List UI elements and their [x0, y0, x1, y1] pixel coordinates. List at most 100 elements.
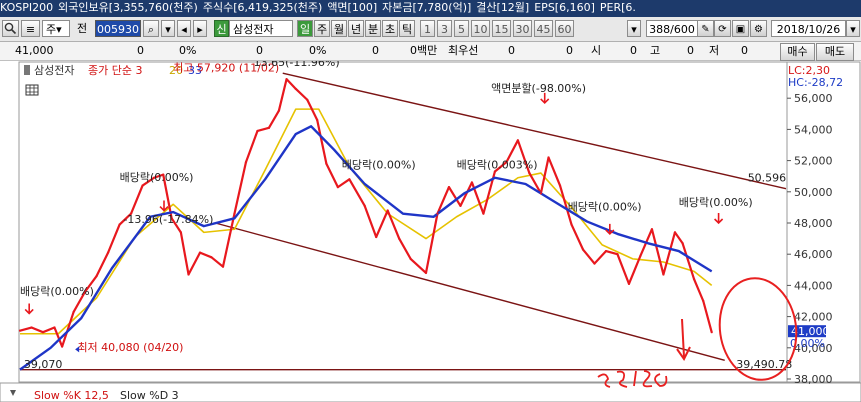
save-icon[interactable]: ▣ [732, 20, 749, 37]
y-tick-label: 44,000 [794, 279, 833, 292]
interval-button-3[interactable]: 10 [471, 20, 490, 37]
hc-label: HC:-28,72 [788, 76, 843, 89]
price-point [482, 212, 485, 215]
count-total: /600 [670, 23, 695, 36]
refresh-icon[interactable]: ⟳ [714, 20, 731, 37]
dropdown-icon-interval[interactable]: ▾ [627, 20, 641, 37]
period-tab-5[interactable]: 초 [382, 20, 398, 37]
y-tick-label: 38,000 [794, 373, 833, 386]
high-label: 고 [650, 44, 661, 57]
price-point [53, 326, 56, 329]
price-point [627, 282, 631, 285]
chart-annotation: 배당락(0.00%) [342, 158, 416, 171]
price-point [306, 98, 309, 101]
low-value: 0 [741, 44, 748, 57]
list-icon[interactable]: ≡ [21, 20, 40, 37]
calendar-icon[interactable]: ▾ [846, 20, 860, 37]
buy-button[interactable]: 매수 [780, 43, 815, 61]
chart-annotation: -13.96(-17.84%) [123, 213, 213, 226]
value-2: 0 [372, 44, 379, 57]
prev-icon[interactable]: ◂ [177, 20, 191, 37]
volume-pct: 0% [309, 44, 327, 57]
price-point [30, 326, 33, 329]
count-value: 388 [649, 23, 671, 36]
high-value: 0 [687, 44, 694, 57]
period-tab-6[interactable]: 틱 [399, 20, 415, 37]
chart-annotation: 배당락(0.00%) [20, 285, 94, 298]
count-field[interactable]: 388/600 [646, 20, 698, 37]
chart-annotation: 배당락(0.00%) [679, 196, 753, 209]
period-tab-4[interactable]: 분 [365, 20, 381, 37]
y-tick-label: 56,000 [794, 92, 833, 105]
price-point [336, 186, 339, 189]
grid-icon-frame [25, 84, 39, 96]
interval-button-0[interactable]: 1 [420, 20, 435, 37]
interval-button-2[interactable]: 5 [454, 20, 469, 37]
price-point [547, 156, 550, 159]
volume-value: 0 [256, 44, 263, 57]
y-tick-label: 46,000 [794, 248, 833, 261]
title-segment: 외국인보유[3,355,760(천주) [58, 1, 198, 14]
price-chart[interactable]: 56,000 54,000 52,000 50,000 48,000 46,000 44,0… [0, 61, 861, 402]
best-ask-label: 최우선 [448, 44, 479, 57]
search-icon-2[interactable]: ⌕ [143, 20, 159, 37]
price-point [375, 235, 378, 239]
date-field[interactable]: 2018/10/26 [771, 20, 846, 37]
period-tab-3[interactable]: 년 [348, 20, 364, 37]
period-tab-1[interactable]: 주 [314, 20, 330, 37]
title-segment: 자본금[7,780(억)] [382, 1, 472, 14]
best-ask-value: 0 [508, 44, 515, 57]
tool-icon[interactable]: ✎ [697, 20, 714, 37]
title-segment: KOSPI200 [0, 1, 54, 14]
shin-badge: 신 [214, 20, 229, 37]
interval-button-5[interactable]: 30 [513, 20, 532, 37]
price-point [106, 251, 110, 254]
sell-button[interactable]: 매도 [816, 43, 854, 61]
price-point [398, 237, 401, 240]
price-point [72, 310, 75, 314]
price-point [710, 331, 713, 334]
price-point [325, 162, 328, 165]
price-value: 41,000 [15, 44, 54, 57]
stock-code-input[interactable]: 005930 [95, 20, 141, 37]
market-select[interactable]: 주▾ [42, 20, 70, 37]
price-point [447, 186, 451, 189]
grid-icon [25, 84, 39, 96]
y-tick-label: 50,000 [794, 186, 833, 199]
open-label: 시 [591, 44, 602, 57]
interval-button-1[interactable]: 3 [437, 20, 452, 37]
price-point [558, 184, 562, 187]
value-3: 0 [566, 44, 573, 57]
price-point [187, 273, 190, 276]
title-segment: 액면[100] [327, 1, 378, 14]
gear-icon[interactable]: ⚙ [750, 20, 767, 37]
slow-k-label: Slow %K 12,5 [34, 389, 109, 402]
legend-series: 종가 단순 3 [88, 64, 142, 77]
low-label: 저 [709, 44, 720, 57]
slow-d-label: Slow %D 3 [120, 389, 179, 402]
price-point [256, 129, 259, 133]
chart-annotation: 39,070 [24, 358, 63, 371]
y-tick-label: 54,000 [794, 123, 833, 136]
period-tab-2[interactable]: 월 [331, 20, 347, 37]
price-point [348, 178, 351, 181]
price-point [141, 184, 144, 187]
interval-button-6[interactable]: 45 [534, 20, 553, 37]
price-point [581, 248, 585, 251]
interval-button-4[interactable]: 15 [492, 20, 511, 37]
dropdown-icon[interactable]: ▾ [161, 20, 175, 37]
price-point [662, 273, 665, 276]
price-point [233, 212, 236, 215]
next-icon[interactable]: ▸ [193, 20, 207, 37]
chart-annotation: 배당락(0.003%) [457, 158, 538, 171]
period-tab-0[interactable]: 일 [297, 20, 313, 37]
price-point [470, 181, 474, 184]
interval-button-7[interactable]: 60 [555, 20, 574, 37]
title-segment: 결산[12월] [476, 1, 530, 14]
price-point [639, 254, 642, 257]
search-icon[interactable] [2, 20, 19, 37]
price-point [593, 262, 596, 265]
full-label: 전 [76, 22, 88, 35]
quote-row: 41,000 0 0% 0 0% 0 0백만 최우선 0 0 시 0 고 0 저… [0, 42, 861, 61]
price-point [221, 265, 225, 268]
